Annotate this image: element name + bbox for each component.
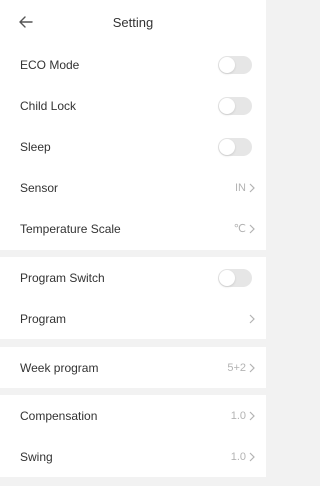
app-header: Setting xyxy=(0,0,266,44)
sleep-toggle[interactable] xyxy=(218,137,252,156)
chevron-right-icon xyxy=(248,314,256,324)
swing-value: 1.0 xyxy=(230,450,246,463)
sensor-value: IN xyxy=(235,181,246,194)
temperature-scale-value-wrap: ℃ xyxy=(234,222,256,235)
child-lock-toggle[interactable] xyxy=(218,96,252,115)
chevron-right-icon xyxy=(248,411,256,421)
chevron-right-icon xyxy=(248,452,256,462)
row-sleep: Sleep xyxy=(0,126,266,167)
row-eco-mode: ECO Mode xyxy=(0,44,266,85)
row-program-switch: Program Switch xyxy=(0,257,266,298)
eco-mode-toggle[interactable] xyxy=(218,55,252,74)
swing-label: Swing xyxy=(20,449,53,464)
row-child-lock: Child Lock xyxy=(0,85,266,126)
eco-mode-label: ECO Mode xyxy=(20,57,80,72)
toggle-knob xyxy=(219,269,235,286)
chevron-right-icon xyxy=(248,363,256,373)
back-button[interactable] xyxy=(16,12,36,32)
row-temperature-scale[interactable]: Temperature Scale ℃ xyxy=(0,208,266,249)
sleep-label: Sleep xyxy=(20,139,51,154)
page-title: Setting xyxy=(112,14,154,30)
settings-group-program: Program Switch Program xyxy=(0,257,266,339)
temperature-scale-label: Temperature Scale xyxy=(20,221,121,236)
temperature-scale-value: ℃ xyxy=(233,223,246,235)
sensor-value-wrap: IN xyxy=(235,182,256,194)
compensation-label: Compensation xyxy=(20,408,98,423)
chevron-right-icon xyxy=(248,224,256,234)
week-program-value-wrap: 5+2 xyxy=(227,362,256,374)
swing-value-wrap: 1.0 xyxy=(231,451,256,463)
arrow-left-icon xyxy=(19,16,33,28)
program-label: Program xyxy=(20,311,67,326)
toggle-knob xyxy=(219,56,235,73)
row-week-program[interactable]: Week program 5+2 xyxy=(0,347,266,388)
week-program-value: 5+2 xyxy=(227,361,246,374)
toggle-knob xyxy=(219,138,235,155)
program-switch-label: Program Switch xyxy=(20,270,105,285)
toggle-knob xyxy=(219,97,235,114)
program-switch-toggle[interactable] xyxy=(218,268,252,287)
row-compensation[interactable]: Compensation 1.0 xyxy=(0,395,266,436)
child-lock-label: Child Lock xyxy=(20,98,77,113)
compensation-value: 1.0 xyxy=(230,409,246,422)
settings-group-week: Week program 5+2 xyxy=(0,347,266,388)
week-program-label: Week program xyxy=(20,360,99,375)
row-swing[interactable]: Swing 1.0 xyxy=(0,436,266,477)
row-program[interactable]: Program xyxy=(0,298,266,339)
compensation-value-wrap: 1.0 xyxy=(231,410,256,422)
sensor-label: Sensor xyxy=(20,180,59,195)
settings-group-calibration: Compensation 1.0 Swing 1.0 xyxy=(0,395,266,477)
chevron-right-icon xyxy=(248,183,256,193)
program-value-wrap xyxy=(246,314,256,324)
settings-group-device: ECO Mode Child Lock Sleep Sensor IN Temp… xyxy=(0,44,266,250)
row-sensor[interactable]: Sensor IN xyxy=(0,167,266,208)
